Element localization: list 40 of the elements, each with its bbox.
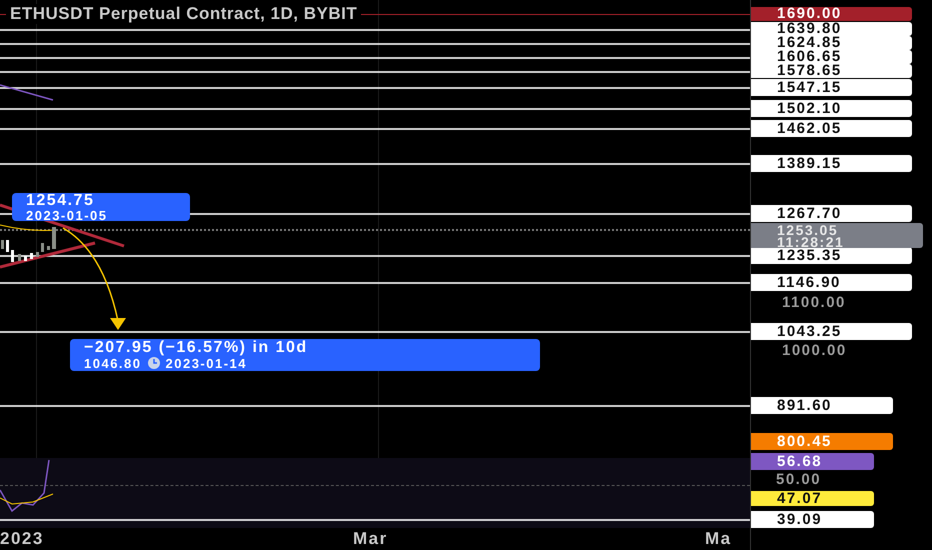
candle <box>6 240 9 252</box>
price-tag: 891.60 <box>751 396 893 414</box>
candle <box>41 243 44 252</box>
candle <box>52 227 56 249</box>
price-tag: 47.07 <box>751 490 874 506</box>
price-tag: 1639.80 <box>751 22 912 36</box>
time-axis-label: 2023 <box>0 529 44 549</box>
axis-tick-label: 50.00 <box>776 471 822 489</box>
price-tag: 1624.85 <box>751 36 912 50</box>
price-tag: 1043.25 <box>751 322 912 340</box>
bar-countdown: 11:28:21 <box>777 236 846 248</box>
axis-tick-label: 1000.00 <box>782 342 847 360</box>
axis-tick-label: 1100.00 <box>782 294 846 312</box>
price-tag: 1578.65 <box>751 64 912 78</box>
callout-date: 2023-01-05 <box>26 208 108 222</box>
trend-line <box>0 84 54 101</box>
chart-title: ETHUSDT Perpetual Contract, 1D, BYBIT <box>6 4 362 24</box>
price-tag: 800.45 <box>751 432 893 450</box>
callout-price: 1046.80 <box>84 356 142 370</box>
time-axis-label: Ma <box>705 529 732 549</box>
candle <box>1 240 4 249</box>
callout-price: 1254.75 <box>26 192 96 208</box>
price-tag: 1146.90 <box>751 274 912 290</box>
price-tag: 1690.00 <box>751 7 912 21</box>
price-tag: 1235.35 <box>751 246 912 264</box>
callout-change: −207.95 (−16.57%) in 10d <box>84 340 309 356</box>
candle <box>18 254 21 261</box>
price-tag: 1547.15 <box>751 78 912 96</box>
candle <box>47 246 50 250</box>
candle <box>36 252 39 257</box>
callout-date: 2023-01-14 <box>166 356 247 370</box>
price-tag: 1462.05 <box>751 120 912 136</box>
price-tag: 1389.15 <box>751 154 912 172</box>
price-tag: 56.68 <box>751 452 874 470</box>
price-tag: 1606.65 <box>751 50 912 64</box>
price-tag: 1502.10 <box>751 100 912 116</box>
price-tag: 39.09 <box>751 510 874 528</box>
time-axis-label: Mar <box>353 529 388 549</box>
price-tag: 1267.70 <box>751 204 912 222</box>
last-price: 1253.05 <box>777 224 838 236</box>
